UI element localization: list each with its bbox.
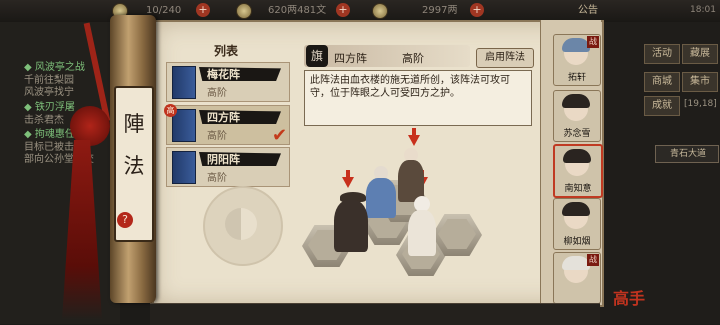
member-name: 柳如烟: [563, 237, 591, 247]
detail-header: [304, 45, 470, 67]
add-silver-button[interactable]: +: [336, 3, 350, 17]
member-name: 拓轩: [567, 73, 586, 83]
tab-char: 陣: [123, 112, 145, 136]
silver-value: 620两481文: [268, 5, 327, 16]
formation-rank: 高阶: [207, 173, 227, 184]
side-menu: [600, 22, 720, 324]
gold-icon: [372, 3, 388, 19]
quest-line: 风波亭找宁: [24, 87, 74, 98]
book-icon: [172, 151, 196, 184]
add-stamina-button[interactable]: +: [196, 3, 210, 17]
formation-list-item[interactable]: 阴阳阵 高阶: [166, 147, 290, 187]
formation-name: 梅花阵: [207, 68, 240, 81]
book-icon: [172, 66, 196, 99]
quest-line: 击杀君杰: [24, 115, 64, 126]
party-member[interactable]: 苏念雪: [553, 90, 601, 142]
coordinates: [19,18]: [684, 99, 717, 109]
clock: 18:01: [690, 5, 716, 15]
member-name: 南知意: [564, 184, 592, 194]
flag-icon: 旗: [306, 45, 328, 67]
battle-tag: 战: [587, 36, 599, 48]
use-formation-button[interactable]: 启用阵法: [476, 48, 534, 68]
formation-name: 阴阳阵: [207, 153, 240, 166]
collection-button[interactable]: 藏展: [682, 44, 718, 64]
yin-yang-core: [225, 208, 257, 240]
help-button[interactable]: ?: [117, 212, 133, 228]
portrait-hair: [562, 202, 590, 216]
quest-title[interactable]: ◆ 铁刃浮屠: [24, 101, 75, 114]
battle-tag: 战: [587, 254, 599, 266]
gaoshou-seal: 高手: [613, 289, 646, 308]
bottom-menu-bar: [150, 303, 600, 325]
formation-list-item[interactable]: 梅花阵 高阶: [166, 62, 290, 102]
detail-rank: 高阶: [402, 52, 424, 65]
location-text: 青石大道: [670, 149, 707, 159]
tab-char: 法: [123, 154, 145, 178]
shop-button[interactable]: 商城: [644, 72, 680, 92]
quest-title[interactable]: ◆ 风波亭之战: [24, 61, 85, 74]
down-arrow-icon: [408, 135, 420, 146]
character-sprite: [366, 178, 396, 218]
detail-name: 四方阵: [334, 52, 367, 65]
rank-badge: 高: [164, 104, 177, 117]
gold-value: 2997两: [422, 5, 458, 16]
member-name: 苏念雪: [563, 129, 591, 139]
location-label: 青石大道: [655, 145, 719, 163]
portrait-hair: [563, 149, 591, 163]
portrait-hair: [562, 94, 590, 108]
add-gold-button[interactable]: +: [470, 3, 484, 17]
formation-rank: 高阶: [207, 88, 227, 99]
list-title: 列表: [213, 44, 238, 58]
character-sprite: [408, 210, 436, 256]
formation-name: 四方阵: [207, 111, 240, 124]
market-button[interactable]: 集市: [682, 72, 718, 92]
formation-rank: 高阶: [207, 131, 227, 142]
portrait-hair: [562, 256, 590, 270]
party-member[interactable]: 战: [553, 252, 601, 304]
event-button[interactable]: 活动: [644, 44, 680, 64]
achievement-button[interactable]: 成就: [644, 96, 680, 116]
description-text: 此阵法由血衣楼的施无道所创，该阵法可攻可守，位于阵眼之人可受四方之护。: [310, 75, 510, 99]
character-sprite: [334, 200, 368, 252]
check-icon: ✔: [272, 125, 288, 146]
portrait-hair: [562, 38, 590, 52]
notice-button[interactable]: 公告: [578, 3, 598, 18]
party-member[interactable]: 南知意: [553, 144, 603, 198]
party-member[interactable]: 战 拓轩: [553, 34, 601, 86]
silver-icon: [236, 3, 252, 19]
party-member[interactable]: 柳如烟: [553, 198, 601, 250]
down-arrow-icon: [342, 177, 354, 188]
